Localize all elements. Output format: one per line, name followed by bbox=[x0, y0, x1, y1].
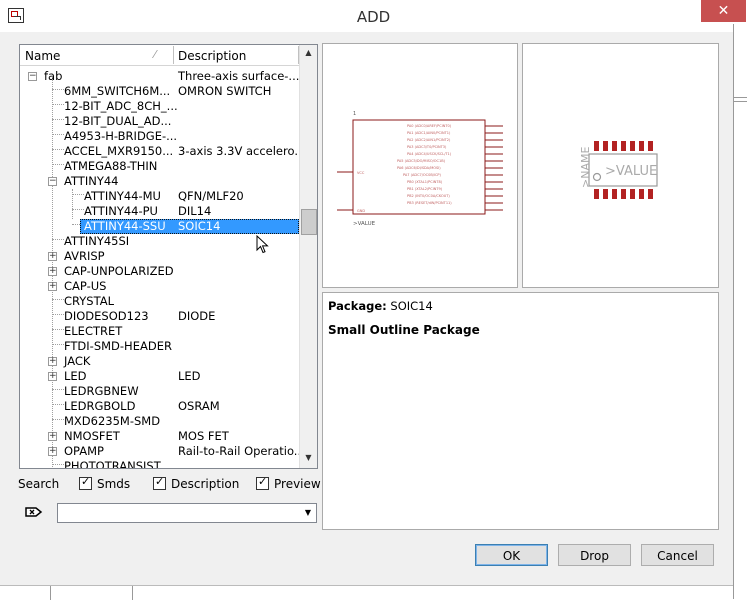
tree-item[interactable]: ACCEL_MXR9150... 3-axis 3.3V accelero... bbox=[20, 144, 305, 159]
tree-item[interactable]: + LED LED bbox=[20, 369, 299, 384]
checkbox-checked-icon bbox=[153, 474, 166, 490]
tree-item[interactable]: DIODESOD123 DIODE bbox=[20, 309, 299, 324]
svg-text:VCC: VCC bbox=[357, 171, 365, 175]
mouse-cursor-icon bbox=[256, 235, 269, 254]
search-input[interactable]: ▼ bbox=[57, 503, 317, 523]
checkbox-checked-icon bbox=[256, 474, 269, 490]
tree-item[interactable]: LEDRGBOLD OSRAM bbox=[20, 399, 299, 414]
ok-button[interactable]: OK bbox=[475, 544, 548, 566]
close-icon: ✕ bbox=[717, 3, 730, 19]
tree-item[interactable]: ATMEGA88-THIN bbox=[20, 159, 299, 174]
expand-icon[interactable]: + bbox=[48, 372, 57, 381]
search-label: Search bbox=[18, 477, 60, 491]
svg-text:PA4 (ADC4/USCK/SCL/T1): PA4 (ADC4/USCK/SCL/T1) bbox=[407, 152, 452, 156]
column-header-name[interactable]: Name bbox=[20, 45, 175, 65]
library-tree[interactable]: Name ⁄ Description − fab Three-axis surf… bbox=[19, 44, 318, 469]
scrollbar-thumb[interactable] bbox=[301, 209, 317, 235]
background-window-edge bbox=[733, 24, 747, 599]
expand-icon[interactable]: + bbox=[48, 267, 57, 276]
expand-icon[interactable]: + bbox=[48, 447, 57, 456]
tree-item[interactable]: ELECTRET bbox=[20, 324, 299, 339]
symbol-preview: PA0 (ADC0/AREF/PCINT0) PA1 (ADC1/AIN0/PC… bbox=[322, 43, 518, 288]
column-header-description[interactable]: Description bbox=[173, 45, 298, 65]
symbol-value-label: >VALUE bbox=[353, 221, 376, 227]
tree-item[interactable]: LEDRGBNEW bbox=[20, 384, 299, 399]
scroll-up-icon[interactable]: ▲ bbox=[301, 45, 316, 61]
description-panel: Package: SOIC14 Small Outline Package bbox=[322, 292, 719, 530]
close-button[interactable]: ✕ bbox=[701, 0, 746, 22]
window-title: ADD bbox=[356, 8, 391, 26]
svg-text:PA6 (ADC6/DI/SDA/MOSI): PA6 (ADC6/DI/SDA/MOSI) bbox=[397, 166, 441, 170]
svg-text:PA0 (ADC0/AREF/PCINT0): PA0 (ADC0/AREF/PCINT0) bbox=[407, 124, 452, 128]
tree-scrollbar[interactable]: ▲ ▼ bbox=[299, 45, 317, 468]
drop-button[interactable]: Drop bbox=[558, 544, 631, 566]
package-label: Package: bbox=[328, 299, 387, 313]
svg-text:PB2 (INT0/OC0A/CKOUT): PB2 (INT0/OC0A/CKOUT) bbox=[407, 194, 450, 198]
tree-item-attiny44[interactable]: − ATTINY44 bbox=[20, 174, 299, 189]
cancel-button[interactable]: Cancel bbox=[641, 544, 714, 566]
tree-item[interactable]: FTDI-SMD-HEADER bbox=[20, 339, 299, 354]
package-value: SOIC14 bbox=[390, 299, 433, 313]
tree-item[interactable]: MXD6235M-SMD bbox=[20, 414, 299, 429]
tree-item[interactable]: + CAP-UNPOLARIZED bbox=[20, 264, 299, 279]
tree-item-selected[interactable]: ATTINY44-SSU SOIC14 bbox=[20, 219, 299, 234]
tree-item[interactable]: 12-BIT_ADC_8CH_... bbox=[20, 99, 299, 114]
svg-text:PA1 (ADC1/AIN0/PCINT1): PA1 (ADC1/AIN0/PCINT1) bbox=[407, 131, 451, 135]
tree-item[interactable]: + OPAMP Rail-to-Rail Operatio... bbox=[20, 444, 305, 459]
expand-icon[interactable]: + bbox=[48, 357, 57, 366]
sort-indicator-icon: ⁄ bbox=[154, 48, 156, 61]
tree-rows: − fab Three-axis surface-... 6MM_SWITCH6… bbox=[20, 67, 305, 468]
svg-text:PB0 (XTAL1/PCINT8): PB0 (XTAL1/PCINT8) bbox=[407, 180, 443, 184]
svg-text:PA7 (ADC7/OC0B/ICP): PA7 (ADC7/OC0B/ICP) bbox=[403, 173, 442, 177]
preview-checkbox[interactable]: Preview bbox=[256, 474, 321, 492]
title-bar: ADD ✕ bbox=[0, 0, 747, 32]
tree-item[interactable]: CRYSTAL bbox=[20, 294, 299, 309]
tree-item[interactable]: PHOTOTRANSIST bbox=[20, 459, 299, 468]
collapse-icon[interactable]: − bbox=[28, 72, 37, 81]
tree-item[interactable]: 12-BIT_DUAL_AD... bbox=[20, 114, 299, 129]
expand-icon[interactable]: + bbox=[48, 282, 57, 291]
description-checkbox[interactable]: Description bbox=[153, 474, 239, 492]
svg-text:PA2 (ADC2/AIN1/PCINT2): PA2 (ADC2/AIN1/PCINT2) bbox=[407, 138, 451, 142]
collapse-icon[interactable]: − bbox=[48, 177, 57, 186]
svg-text:PA3 (ADC3/T0/PCINT3): PA3 (ADC3/T0/PCINT3) bbox=[407, 145, 447, 149]
tree-item[interactable]: 6MM_SWITCH6M... OMRON SWITCH bbox=[20, 84, 299, 99]
svg-text:GND: GND bbox=[357, 209, 365, 213]
tree-item[interactable]: A4953-H-BRIDGE-... bbox=[20, 129, 299, 144]
expand-icon[interactable]: + bbox=[48, 432, 57, 441]
checkbox-checked-icon bbox=[79, 474, 92, 490]
tree-item[interactable]: ATTINY44-PU DIL14 bbox=[20, 204, 299, 219]
package-value-label: >VALUE bbox=[605, 164, 657, 179]
expand-icon[interactable]: + bbox=[48, 252, 57, 261]
package-name-label: >NAME bbox=[579, 147, 592, 188]
tree-item[interactable]: + CAP-US bbox=[20, 279, 299, 294]
chevron-down-icon[interactable]: ▼ bbox=[300, 504, 316, 522]
svg-text:PB3 (RESET/dW/PCINT11): PB3 (RESET/dW/PCINT11) bbox=[407, 201, 452, 205]
package-info: Package: SOIC14 bbox=[328, 299, 433, 313]
smds-checkbox[interactable]: Smds bbox=[79, 474, 130, 492]
scroll-down-icon[interactable]: ▼ bbox=[301, 450, 316, 466]
search-execute-icon[interactable] bbox=[25, 505, 43, 519]
background-window-bottom bbox=[0, 585, 733, 600]
package-description: Small Outline Package bbox=[328, 323, 480, 337]
tree-item[interactable]: ATTINY44-MU QFN/MLF20 bbox=[20, 189, 299, 204]
tree-item-fab[interactable]: − fab Three-axis surface-... bbox=[20, 69, 299, 84]
tree-item[interactable]: + NMOSFET MOS FET bbox=[20, 429, 299, 444]
package-preview: >VALUE >NAME bbox=[522, 43, 719, 288]
tree-item[interactable]: + JACK bbox=[20, 354, 299, 369]
add-dialog: ADD ✕ Name ⁄ Description − fab Three-axi… bbox=[0, 0, 747, 600]
svg-text:PA5 (ADC5/DO/MISO/OC1B): PA5 (ADC5/DO/MISO/OC1B) bbox=[397, 159, 446, 163]
tree-header: Name ⁄ Description bbox=[20, 45, 299, 66]
symbol-pin-number: 1 bbox=[353, 111, 356, 117]
svg-text:PB1 (XTAL2/PCINT9): PB1 (XTAL2/PCINT9) bbox=[407, 187, 443, 191]
